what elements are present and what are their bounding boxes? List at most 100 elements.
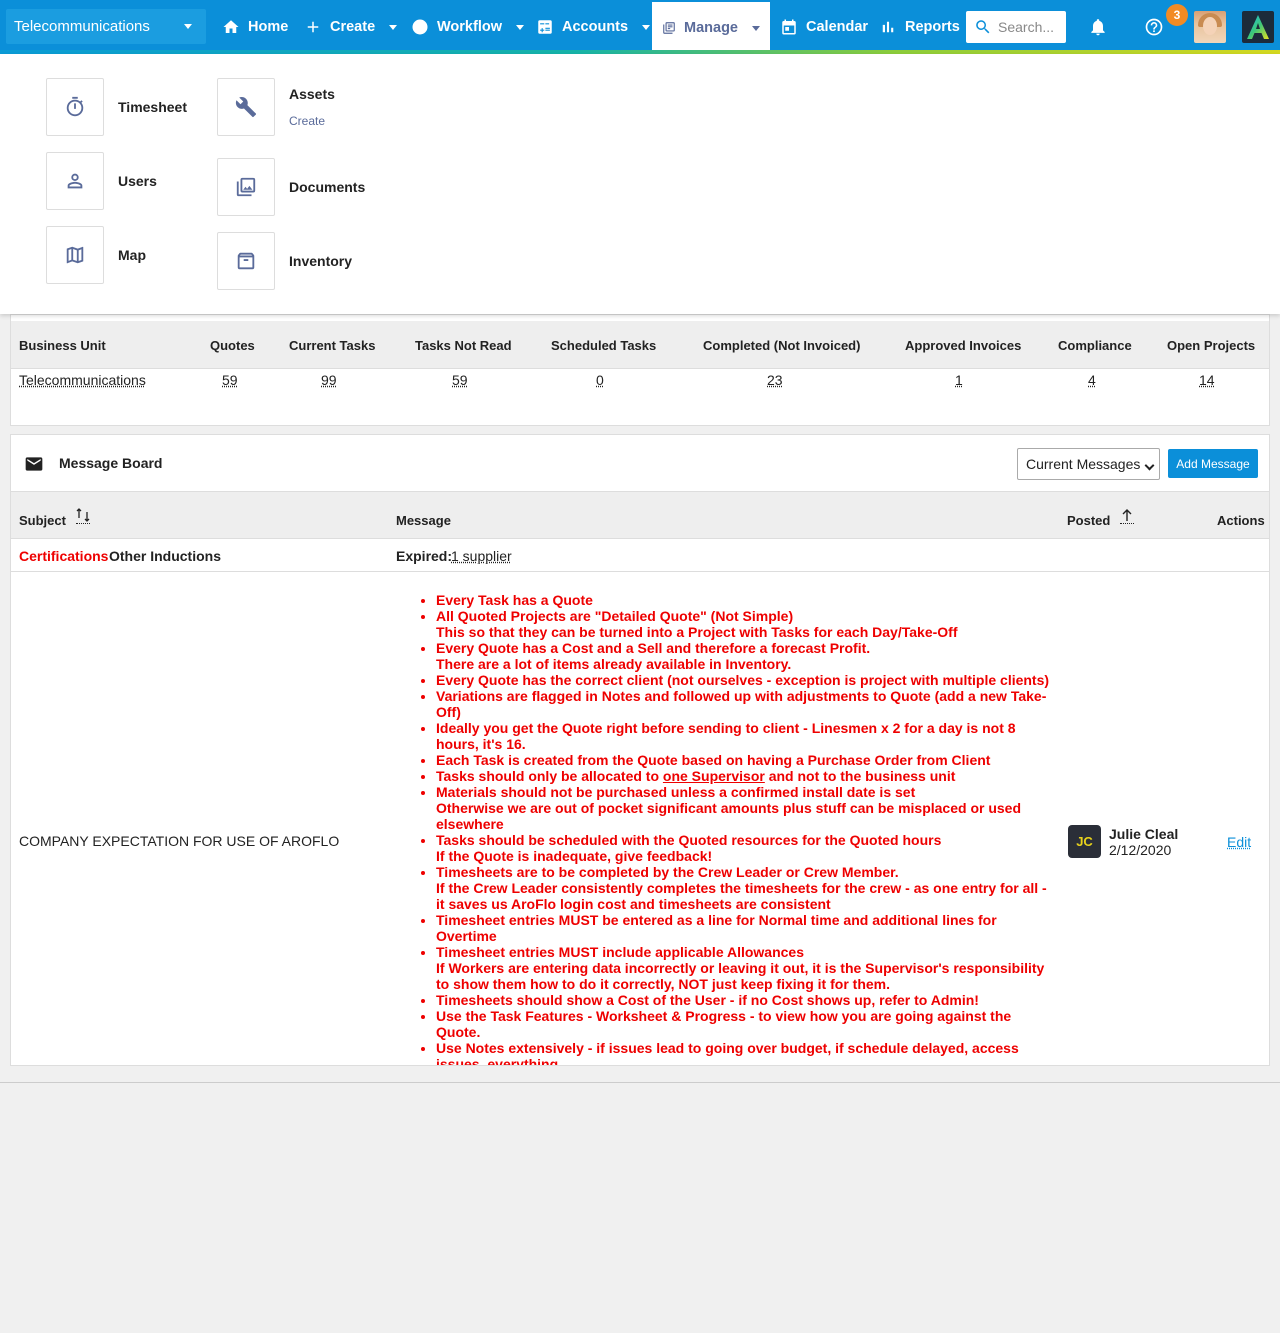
cell-quotes-link[interactable]: 59 [222, 372, 238, 388]
chevron-down-icon [752, 25, 760, 31]
list-item: Each Task is created from the Quote base… [436, 752, 1058, 768]
menu-label-timesheet: Timesheet [118, 99, 187, 115]
cell-open-projects-link[interactable]: 14 [1199, 372, 1215, 388]
cell-scheduled-tasks-link[interactable]: 0 [596, 372, 604, 388]
nav-workflow[interactable]: Workflow [411, 0, 524, 54]
photo-library-icon [236, 177, 256, 197]
assets-label-text: Assets [289, 86, 335, 102]
list-item: Tasks should be scheduled with the Quote… [436, 832, 1058, 864]
map-icon [66, 246, 84, 264]
search-placeholder: Search... [998, 19, 1055, 35]
message-board-title: Message Board [59, 455, 163, 471]
nav-reports[interactable]: Reports [879, 0, 960, 54]
col-subject[interactable]: Subject [19, 513, 66, 528]
menu-item-documents[interactable]: Documents [217, 158, 365, 216]
posted-date: 2/12/2020 [1109, 842, 1172, 858]
help-icon [1145, 18, 1163, 36]
menu-item-map[interactable]: Map [46, 226, 146, 284]
list-item: Use the Task Features - Worksheet & Prog… [436, 1008, 1058, 1040]
menu-item-timesheet[interactable]: Timesheet [46, 78, 187, 136]
nav-reports-label: Reports [905, 19, 960, 35]
menu-label-assets: Assets Create [289, 86, 335, 128]
expired-suppliers-link[interactable]: 1 supplier [451, 548, 512, 564]
add-message-button[interactable]: Add Message [1168, 449, 1258, 478]
nav-create[interactable]: Create [304, 0, 398, 54]
message-line: and not to the business unit [768, 768, 956, 784]
help-button[interactable] [1144, 17, 1164, 37]
chevron-down-icon [642, 24, 651, 30]
notifications-button[interactable] [1088, 17, 1108, 37]
manage-dropdown-menu: Timesheet Users Map Assets Create Docume… [0, 54, 1280, 314]
cell-current-tasks-link[interactable]: 99 [321, 372, 337, 388]
col-business-unit: Business Unit [19, 338, 106, 353]
message-line: If the Quote is inadequate, give feedbac… [436, 848, 713, 864]
chevron-down-icon [184, 24, 192, 29]
help-badge: 3 [1166, 4, 1188, 26]
page-footer-divider [0, 1082, 1280, 1083]
message-table-header: Subject Message Posted Actions [11, 492, 1269, 539]
aroflo-logo[interactable] [1242, 11, 1274, 43]
message-line: Timesheet entries MUST include applicabl… [436, 944, 804, 960]
col-completed-not-invoiced: Completed (Not Invoiced) [703, 338, 861, 353]
logo-a-icon [1247, 15, 1269, 39]
message-line-underlined: one Supervisor [662, 768, 765, 784]
list-item: Timesheets are to be completed by the Cr… [436, 864, 1058, 912]
col-tasks-not-read: Tasks Not Read [415, 338, 512, 353]
message-line: Tasks should only be allocated to [436, 768, 660, 784]
business-unit-select[interactable]: Telecommunications [6, 9, 206, 44]
nav-home-label: Home [248, 19, 289, 35]
calculator-icon [538, 20, 552, 34]
map-icon-box [46, 226, 104, 284]
chevron-down-icon [1144, 460, 1155, 471]
message-line: Materials should not be purchased unless… [436, 784, 916, 800]
assets-create-link[interactable]: Create [289, 114, 335, 128]
manage-icon [663, 22, 675, 34]
message-line: Use Notes extensively - if issues lead t… [436, 1040, 1019, 1066]
envelope-icon [25, 457, 43, 471]
nav-accounts-label: Accounts [562, 19, 629, 35]
message-line: This so that they can be turned into a P… [436, 624, 958, 640]
sort-subject-icon[interactable] [76, 508, 90, 524]
menu-label-users: Users [118, 173, 157, 189]
message-subject: COMPANY EXPECTATION FOR USE OF AROFLO [19, 833, 340, 849]
cell-approved-invoices-link[interactable]: 1 [955, 372, 963, 388]
business-unit-value: Telecommunications [14, 18, 150, 35]
message-line: Every Quote has the correct client (not … [436, 672, 1050, 688]
nav-workflow-label: Workflow [437, 19, 502, 35]
nav-home[interactable]: Home [222, 0, 288, 54]
message-line: If the Crew Leader consistently complete… [436, 880, 1047, 912]
message-board-panel: Message Board Current Messages Add Messa… [10, 434, 1270, 1066]
menu-item-inventory[interactable]: Inventory [217, 232, 352, 290]
cell-completed-link[interactable]: 23 [767, 372, 783, 388]
col-actions: Actions [1217, 513, 1265, 528]
edit-message-link[interactable]: Edit [1227, 834, 1251, 850]
message-body-list: Every Task has a Quote All Quoted Projec… [418, 592, 1058, 1066]
business-unit-summary-panel: Business Unit Quotes Current Tasks Tasks… [10, 314, 1270, 426]
nav-manage[interactable]: Manage [652, 2, 770, 54]
nav-create-label: Create [330, 19, 376, 35]
message-filter-select[interactable]: Current Messages [1017, 448, 1160, 480]
workflow-icon [412, 19, 428, 35]
expired-label: Expired: [396, 548, 453, 564]
col-quotes: Quotes [210, 338, 255, 353]
user-avatar[interactable] [1194, 11, 1226, 43]
menu-item-assets[interactable]: Assets Create [217, 78, 335, 136]
search-input[interactable]: Search... [966, 11, 1066, 43]
cell-business-unit-link[interactable]: Telecommunications [19, 372, 146, 388]
sort-posted-icon[interactable] [1120, 508, 1134, 524]
nav-calendar[interactable]: Calendar [780, 0, 868, 54]
list-item: Variations are flagged in Notes and foll… [436, 688, 1058, 720]
list-item: Every Task has a Quote [436, 592, 1058, 608]
menu-item-users[interactable]: Users [46, 152, 157, 210]
list-item: All Quoted Projects are "Detailed Quote"… [436, 608, 1058, 640]
cell-tasks-not-read-link[interactable]: 59 [452, 372, 468, 388]
message-line: Every Task has a Quote [436, 592, 593, 608]
col-posted[interactable]: Posted [1067, 513, 1110, 528]
bell-icon [1091, 19, 1105, 36]
list-item: Ideally you get the Quote right before s… [436, 720, 1058, 752]
nav-accounts[interactable]: Accounts [536, 0, 651, 54]
message-line: Every Quote has a Cost and a Sell and th… [436, 640, 871, 656]
list-item: Use Notes extensively - if issues lead t… [436, 1040, 1058, 1066]
cell-compliance-link[interactable]: 4 [1088, 372, 1096, 388]
users-icon-box [46, 152, 104, 210]
